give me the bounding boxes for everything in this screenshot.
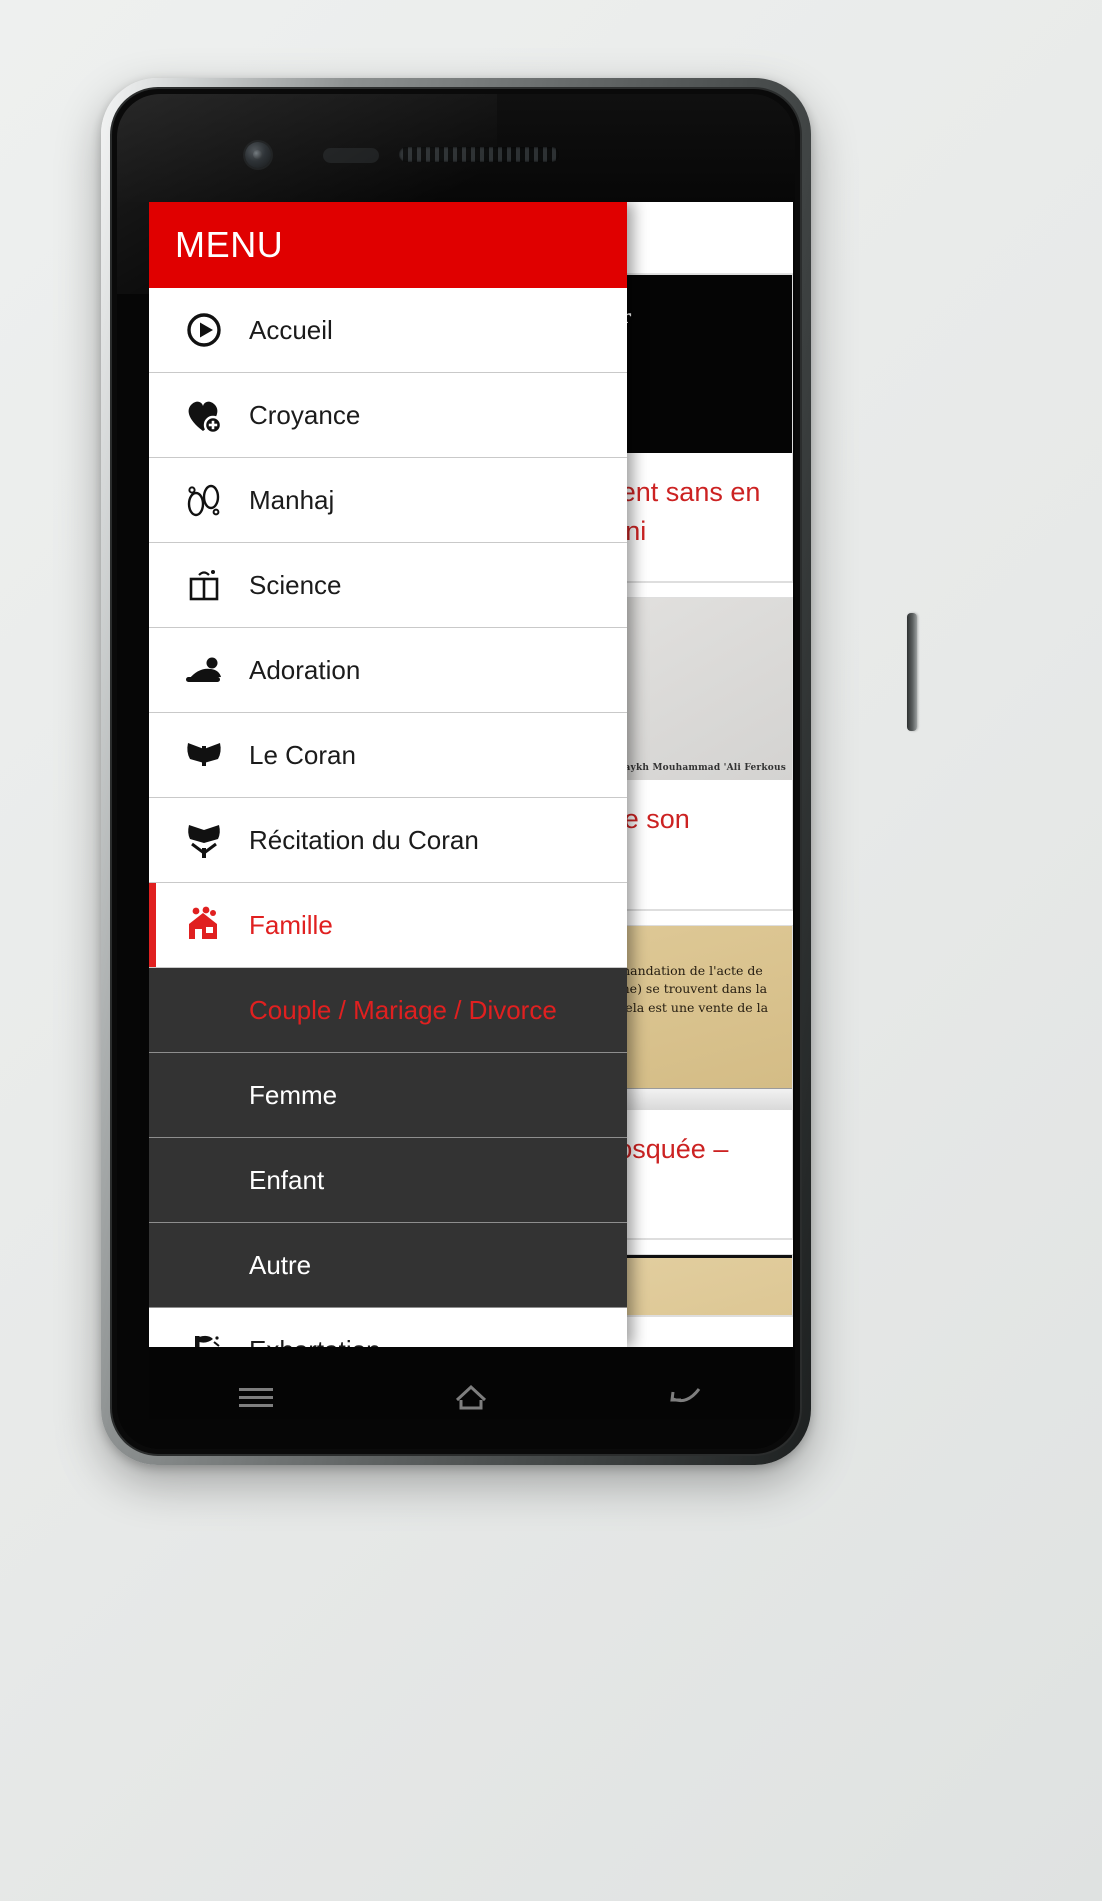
open-book-icon: [177, 565, 231, 605]
top-bezel: [117, 94, 795, 202]
drawer-title: MENU: [175, 224, 284, 265]
back-icon[interactable]: [663, 1380, 709, 1414]
phone-glass: La femme peut-elle dépenser son argent s…: [117, 94, 795, 1449]
sidebar-item-exhortation[interactable]: Exhortation: [149, 1308, 627, 1347]
sidebar-subitem-label: Autre: [249, 1249, 312, 1280]
sidebar-subitem-label: Enfant: [249, 1164, 325, 1195]
sidebar-subitem-couple-mariage-divorce[interactable]: Couple / Mariage / Divorce: [149, 968, 627, 1053]
drawer-header: MENU: [149, 202, 627, 288]
recents-icon[interactable]: [233, 1380, 279, 1414]
family-house-icon: [177, 905, 231, 945]
heart-plus-icon: [177, 395, 231, 435]
sidebar-subitem-autre[interactable]: Autre: [149, 1223, 627, 1308]
sidebar-item-label: Accueil: [249, 314, 333, 345]
sidebar-item-le-coran[interactable]: Le Coran: [149, 713, 627, 798]
praying-person-icon: [177, 652, 231, 688]
phone-inner-bezel: La femme peut-elle dépenser son argent s…: [110, 87, 802, 1456]
sidebar-subitem-label: Femme: [249, 1079, 338, 1110]
banner-credit: Shaykh Mouhammad 'Ali Ferkous: [611, 762, 786, 773]
sidebar-item-famille[interactable]: Famille: [149, 883, 627, 968]
proximity-sensor-icon: [323, 148, 379, 163]
sidebar-subitem-label: Couple / Mariage / Divorce: [249, 994, 557, 1025]
navigation-drawer[interactable]: MENU Accueil Croyance Manhaj Science Ado…: [149, 202, 627, 1347]
earpiece-speaker-icon: [399, 147, 559, 162]
sidebar-item-label: Récitation du Coran: [249, 824, 479, 855]
sidebar-item-croyance[interactable]: Croyance: [149, 373, 627, 458]
sidebar-item-label: Exhortation: [231, 1335, 381, 1348]
sidebar-item-label: Croyance: [249, 399, 361, 430]
sidebar-item-label: Manhaj: [249, 484, 335, 515]
play-circle-icon: [177, 310, 231, 350]
bottom-bezel: [117, 1419, 795, 1449]
power-button[interactable]: [907, 613, 917, 731]
sidebar-item-label: Adoration: [249, 654, 361, 685]
sidebar-item-manhaj[interactable]: Manhaj: [149, 458, 627, 543]
flag-icon: [177, 1330, 231, 1347]
sidebar-item-recitation-du-coran[interactable]: Récitation du Coran: [149, 798, 627, 883]
sidebar-subitem-enfant[interactable]: Enfant: [149, 1138, 627, 1223]
sidebar-item-label: Le Coran: [249, 739, 356, 770]
open-quran-icon: [177, 737, 231, 773]
phone-screen: La femme peut-elle dépenser son argent s…: [149, 202, 793, 1347]
sidebar-item-label: Famille: [249, 909, 333, 940]
screenshot-canvas: La femme peut-elle dépenser son argent s…: [0, 0, 1102, 1901]
phone-device-frame: La femme peut-elle dépenser son argent s…: [101, 78, 917, 1465]
sidebar-item-science[interactable]: Science: [149, 543, 627, 628]
sidebar-item-adoration[interactable]: Adoration: [149, 628, 627, 713]
sidebar-item-label: Science: [249, 569, 342, 600]
sidebar-item-accueil[interactable]: Accueil: [149, 288, 627, 373]
quran-stand-icon: [177, 820, 231, 860]
sidebar-subitem-femme[interactable]: Femme: [149, 1053, 627, 1138]
footprints-icon: [177, 480, 231, 520]
home-icon[interactable]: [448, 1378, 494, 1416]
front-camera-icon: [245, 142, 271, 168]
